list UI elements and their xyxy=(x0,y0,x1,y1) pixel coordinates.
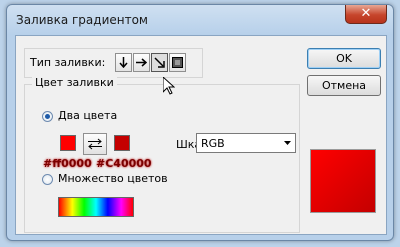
two-colors-radio[interactable] xyxy=(42,111,53,122)
arrow-right-icon xyxy=(136,58,147,67)
arrow-down-icon xyxy=(119,57,128,68)
fill-type-group: Тип заливки: xyxy=(24,48,203,78)
fill-type-label: Тип заливки: xyxy=(30,56,106,69)
color2-code: #C40000 xyxy=(96,157,152,170)
two-colors-label[interactable]: Два цвета xyxy=(58,109,117,122)
fill-type-horizontal-button[interactable] xyxy=(133,53,150,72)
color1-swatch[interactable] xyxy=(60,135,76,151)
close-button[interactable]: ✕ xyxy=(345,5,387,24)
square-radial-icon xyxy=(172,57,183,68)
mouse-cursor-icon xyxy=(163,77,175,95)
swap-arrows-icon xyxy=(88,138,102,150)
gradient-preview xyxy=(310,149,376,213)
many-colors-radio[interactable] xyxy=(42,174,53,185)
multicolor-spectrum[interactable] xyxy=(58,197,134,217)
swap-colors-button[interactable] xyxy=(83,133,107,155)
fill-type-vertical-button[interactable] xyxy=(115,53,132,72)
dialog-client-area: Тип заливки: Цвет заливки Два цвета #ff0… xyxy=(15,35,387,235)
color1-code: #ff0000 xyxy=(43,157,92,170)
ok-button[interactable]: OK xyxy=(307,48,381,69)
many-colors-label[interactable]: Множество цветов xyxy=(58,172,168,185)
color2-swatch[interactable] xyxy=(114,135,130,151)
chevron-down-icon xyxy=(284,141,291,145)
cancel-button[interactable]: Отмена xyxy=(307,75,381,96)
arrow-diagonal-icon xyxy=(154,57,165,68)
scale-dropdown[interactable]: RGB xyxy=(196,133,296,153)
fill-type-diagonal-button[interactable] xyxy=(151,53,168,72)
fill-type-radial-button[interactable] xyxy=(169,53,186,72)
gradient-fill-dialog: Заливка градиентом ✕ Тип заливки: Цвет з… xyxy=(6,4,394,241)
dialog-title: Заливка градиентом xyxy=(16,13,148,27)
fill-color-group-label: Цвет заливки xyxy=(32,76,117,89)
scale-dropdown-value: RGB xyxy=(201,137,225,150)
